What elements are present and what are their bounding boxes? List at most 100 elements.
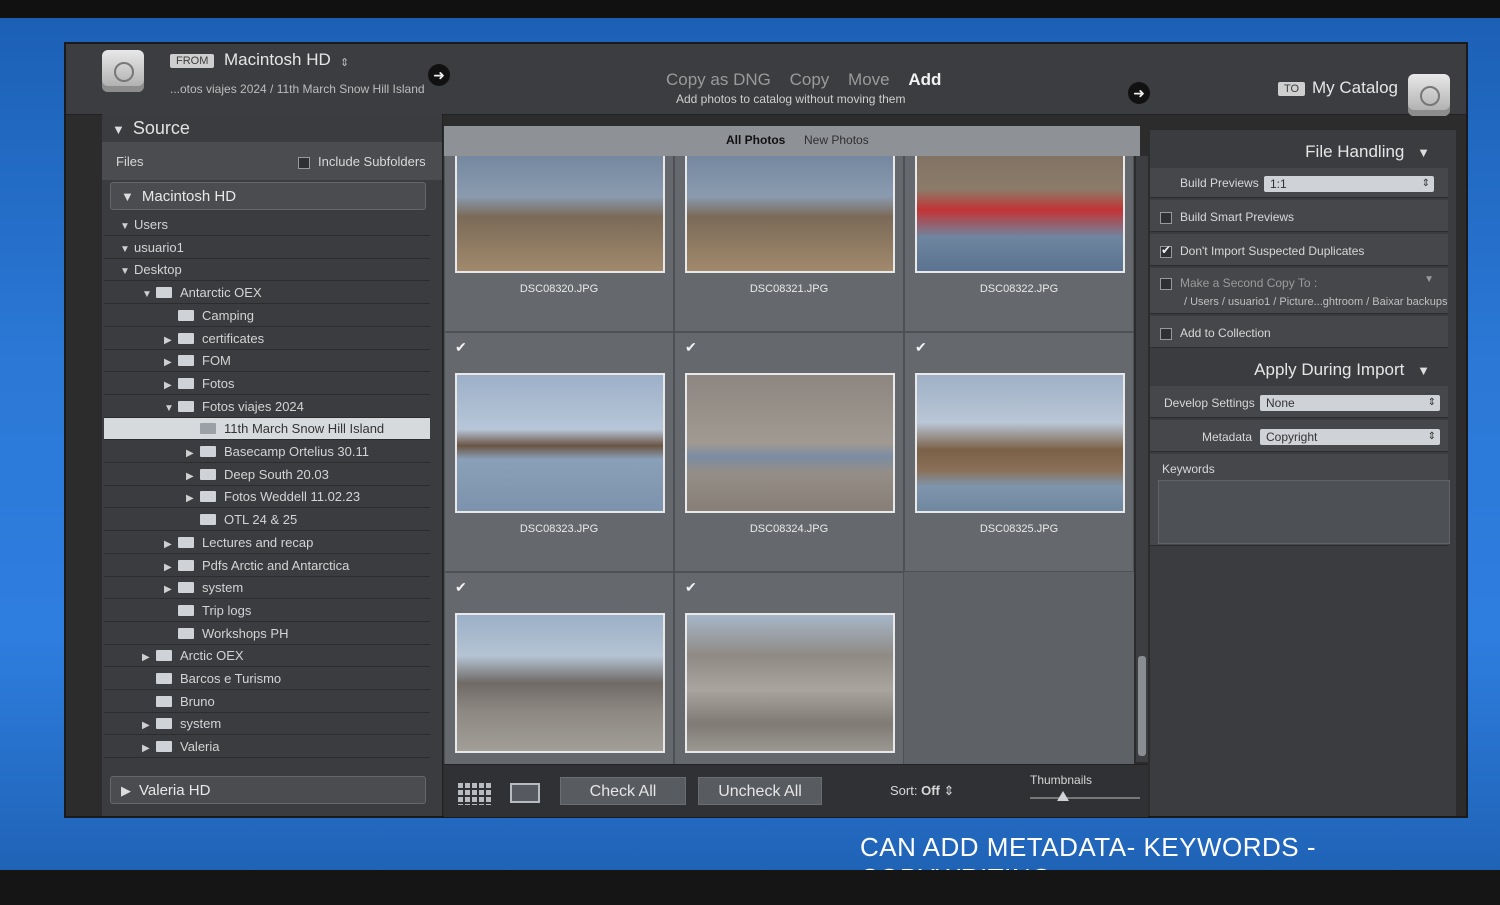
expand-right-icon[interactable]: ▶ bbox=[186, 466, 200, 488]
include-subfolders-checkbox[interactable] bbox=[298, 156, 310, 169]
tab-all-photos[interactable]: All Photos bbox=[726, 133, 785, 147]
valeria-hd-drive[interactable]: ▶ Valeria HD bbox=[110, 776, 426, 804]
folder-tree-item[interactable]: ▶ system bbox=[104, 577, 430, 601]
destination-name[interactable]: My Catalog bbox=[1312, 78, 1398, 98]
photo-thumbnail[interactable] bbox=[455, 613, 665, 753]
photo-checkbox[interactable]: ✔ bbox=[455, 340, 467, 354]
photo-thumbnail[interactable] bbox=[915, 156, 1125, 273]
expand-right-icon[interactable]: ▶ bbox=[164, 579, 178, 601]
check-all-button[interactable]: Check All bbox=[560, 777, 686, 805]
folder-tree-item[interactable]: ▼ Antarctic OEX bbox=[104, 282, 430, 306]
build-previews-select[interactable]: 1:1 bbox=[1264, 176, 1434, 192]
tab-new-photos[interactable]: New Photos bbox=[804, 133, 869, 147]
expand-right-icon[interactable]: ▶ bbox=[142, 715, 156, 737]
photo-cell[interactable]: ✔DSC08327.JPG bbox=[674, 572, 904, 764]
expand-right-icon[interactable]: ▶ bbox=[142, 647, 156, 669]
folder-tree-item[interactable]: ▼ usuario1 bbox=[104, 237, 430, 259]
photo-cell[interactable]: ✔ DSC08324.JPG bbox=[674, 332, 904, 572]
slider-knob[interactable] bbox=[1057, 791, 1069, 801]
photo-thumbnail[interactable] bbox=[455, 156, 665, 273]
folder-tree-item[interactable]: ▶ Fotos Weddell 11.02.23 bbox=[104, 486, 430, 510]
loupe-view-icon[interactable] bbox=[510, 783, 540, 803]
second-copy-checkbox[interactable] bbox=[1160, 277, 1172, 290]
add-collection-row[interactable]: Add to Collection bbox=[1150, 316, 1448, 348]
folder-tree-item[interactable]: Camping bbox=[104, 305, 430, 327]
mode-move[interactable]: Move bbox=[848, 70, 890, 89]
metadata-select[interactable]: Copyright bbox=[1260, 429, 1440, 445]
mode-add[interactable]: Add bbox=[908, 70, 941, 89]
destination-arrow-icon[interactable]: ➜ bbox=[1128, 82, 1150, 104]
expand-right-icon[interactable]: ▶ bbox=[164, 534, 178, 556]
grid-scrollbar[interactable] bbox=[1136, 156, 1148, 762]
file-handling-header[interactable]: File Handling ▼ bbox=[1305, 142, 1438, 162]
folder-tree-item[interactable]: Bruno bbox=[104, 691, 430, 713]
folder-tree-item[interactable]: ▶ system bbox=[104, 713, 430, 737]
expand-right-icon[interactable]: ▶ bbox=[186, 443, 200, 465]
folder-tree-item[interactable]: ▶ Lectures and recap bbox=[104, 532, 430, 554]
source-panel-header[interactable]: ▼ Source bbox=[112, 118, 190, 139]
source-dropdown-icon[interactable]: ⇕ bbox=[340, 56, 349, 69]
folder-tree-item[interactable]: Workshops PH bbox=[104, 623, 430, 645]
photo-cell[interactable]: ✔DSC08326.JPG bbox=[444, 572, 674, 764]
folder-tree-item[interactable]: ▶ Fotos bbox=[104, 373, 430, 395]
chevron-down-icon[interactable]: ▼ bbox=[1424, 274, 1434, 285]
expand-right-icon[interactable]: ▶ bbox=[186, 488, 200, 510]
grid-view-icon[interactable] bbox=[458, 783, 492, 805]
apply-during-import-header[interactable]: Apply During Import ▼ bbox=[1254, 360, 1438, 380]
photo-checkbox[interactable]: ✔ bbox=[455, 580, 467, 594]
no-duplicates-checkbox[interactable] bbox=[1160, 245, 1172, 258]
photo-checkbox[interactable]: ✔ bbox=[915, 340, 927, 354]
photo-cell[interactable]: ✔ DSC08323.JPG bbox=[444, 332, 674, 572]
keywords-input[interactable] bbox=[1158, 480, 1450, 544]
photo-thumbnail[interactable] bbox=[685, 156, 895, 273]
photo-thumbnail[interactable] bbox=[455, 373, 665, 513]
photo-thumbnail[interactable] bbox=[915, 373, 1125, 513]
develop-settings-select[interactable]: None bbox=[1260, 395, 1440, 411]
scrollbar-thumb[interactable] bbox=[1138, 656, 1146, 756]
folder-tree-item[interactable]: ▼ Desktop bbox=[104, 259, 430, 283]
second-copy-row[interactable]: Make a Second Copy To : ▼ / Users / usua… bbox=[1150, 268, 1448, 314]
expand-down-icon[interactable]: ▼ bbox=[164, 398, 178, 420]
expand-right-icon[interactable]: ▶ bbox=[164, 557, 178, 579]
folder-tree-item[interactable]: OTL 24 & 25 bbox=[104, 509, 430, 532]
photo-cell[interactable]: DSC08322.JPG bbox=[904, 156, 1134, 332]
sort-control[interactable]: Sort: Off ⇕ bbox=[890, 783, 954, 799]
expand-right-icon[interactable]: ▶ bbox=[164, 330, 178, 352]
include-subfolders-toggle[interactable]: Include Subfolders bbox=[298, 154, 426, 169]
folder-tree-item[interactable]: ▶ Pdfs Arctic and Antarctica bbox=[104, 555, 430, 577]
mode-copy[interactable]: Copy bbox=[790, 70, 830, 89]
photo-thumbnail[interactable] bbox=[685, 373, 895, 513]
source-arrow-icon[interactable]: ➜ bbox=[428, 64, 450, 86]
smart-previews-row[interactable]: Build Smart Previews bbox=[1150, 200, 1448, 232]
folder-tree-item[interactable]: ▶ FOM bbox=[104, 350, 430, 374]
folder-tree-item[interactable]: ▶ Deep South 20.03 bbox=[104, 464, 430, 486]
folder-tree-item[interactable]: ▼ Fotos viajes 2024 bbox=[104, 396, 430, 418]
source-drive-name[interactable]: Macintosh HD bbox=[224, 50, 331, 70]
thumbnail-size-slider[interactable] bbox=[1030, 791, 1140, 801]
expand-down-icon[interactable]: ▼ bbox=[120, 261, 134, 283]
photo-cell[interactable]: DSC08321.JPG bbox=[674, 156, 904, 332]
folder-tree-item[interactable]: Trip logs bbox=[104, 600, 430, 622]
folder-tree-item[interactable]: ▶ certificates bbox=[104, 328, 430, 350]
photo-thumbnail[interactable] bbox=[685, 613, 895, 753]
folder-tree-item[interactable]: Barcos e Turismo bbox=[104, 668, 430, 690]
expand-down-icon[interactable]: ▼ bbox=[142, 284, 156, 306]
expand-right-icon[interactable]: ▶ bbox=[142, 738, 156, 760]
smart-previews-checkbox[interactable] bbox=[1160, 211, 1172, 224]
expand-right-icon[interactable]: ▶ bbox=[164, 352, 178, 374]
folder-tree-item[interactable]: 11th March Snow Hill Island bbox=[104, 418, 430, 441]
no-duplicates-row[interactable]: Don't Import Suspected Duplicates bbox=[1150, 234, 1448, 266]
folder-tree-item[interactable]: ▶ Arctic OEX bbox=[104, 645, 430, 669]
folder-tree-item[interactable]: ▶ Basecamp Ortelius 30.11 bbox=[104, 441, 430, 463]
expand-down-icon[interactable]: ▼ bbox=[120, 216, 134, 238]
photo-cell[interactable]: ✔ DSC08325.JPG bbox=[904, 332, 1134, 572]
expand-right-icon[interactable]: ▶ bbox=[164, 375, 178, 397]
expand-down-icon[interactable]: ▼ bbox=[120, 239, 134, 261]
photo-checkbox[interactable]: ✔ bbox=[685, 580, 697, 594]
folder-tree-item[interactable]: ▶ Valeria bbox=[104, 736, 430, 760]
mode-copy-as-dng[interactable]: Copy as DNG bbox=[666, 70, 771, 89]
folder-tree-item[interactable]: ▼ Users bbox=[104, 214, 430, 236]
uncheck-all-button[interactable]: Uncheck All bbox=[698, 777, 822, 805]
photo-cell[interactable]: DSC08320.JPG bbox=[444, 156, 674, 332]
macintosh-hd-drive[interactable]: ▼ Macintosh HD bbox=[110, 182, 426, 210]
